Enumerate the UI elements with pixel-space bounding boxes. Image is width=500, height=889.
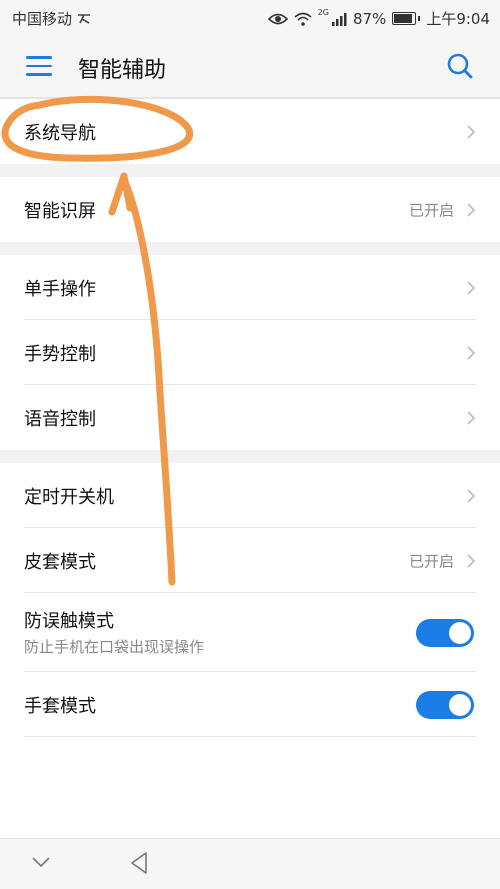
- battery-tip: [418, 16, 421, 21]
- toggle-knob: [449, 693, 471, 716]
- chevron-down-icon[interactable]: [30, 855, 52, 869]
- row-label: 手势控制: [24, 343, 96, 365]
- settings-group-screen: 智能识屏 已开启: [0, 177, 500, 242]
- battery-percent: 87%: [352, 9, 387, 28]
- row-one-handed-mode[interactable]: 单手操作: [0, 255, 500, 320]
- status-value: 已开启: [408, 552, 454, 570]
- row-smart-screen-recognition[interactable]: 智能识屏 已开启: [0, 177, 500, 242]
- eye-comfort-icon: [267, 13, 288, 24]
- row-voice-control[interactable]: 语音控制: [0, 385, 500, 450]
- row-scheduled-power[interactable]: 定时开关机: [0, 463, 500, 528]
- battery-icon: [392, 12, 417, 25]
- row-label: 智能识屏: [24, 200, 96, 222]
- screen: 中国移动 2G 87% 上午9:04 智能辅助 系统导航 智能识屏 已开启 单手…: [0, 0, 500, 889]
- row-label: 皮套模式: [24, 551, 96, 573]
- row-label: 防误触模式: [24, 611, 114, 632]
- chevron-right-icon: [467, 280, 476, 295]
- carrier-name: 中国移动: [12, 10, 73, 28]
- row-pocket-mode: 防误触模式 防止手机在口袋出现误操作: [0, 593, 500, 672]
- network-type-label: 2G: [317, 8, 329, 17]
- back-icon[interactable]: [128, 851, 150, 875]
- wifi-icon: [294, 12, 312, 26]
- row-label: 语音控制: [24, 408, 96, 430]
- chevron-right-icon: [467, 202, 476, 217]
- hamburger-menu-icon[interactable]: [26, 56, 52, 76]
- app-header: 智能辅助: [0, 36, 500, 98]
- glove-mode-toggle[interactable]: [416, 690, 474, 719]
- row-cover-mode[interactable]: 皮套模式 已开启: [0, 528, 500, 593]
- row-sublabel: 防止手机在口袋出现误操作: [24, 638, 205, 656]
- toggle-knob: [449, 621, 471, 644]
- navigation-bar: [0, 838, 500, 889]
- chevron-right-icon: [467, 553, 476, 568]
- settings-group-control: 单手操作 手势控制 语音控制: [0, 255, 500, 450]
- section-gap: [0, 242, 500, 255]
- row-label: 系统导航: [24, 122, 96, 144]
- row-glove-mode: 手套模式: [0, 672, 500, 737]
- signal-icon: [331, 12, 347, 26]
- section-gap: [0, 164, 500, 177]
- chevron-right-icon: [467, 345, 476, 360]
- row-divider: [24, 736, 476, 737]
- row-label: 单手操作: [24, 278, 96, 300]
- hd-voice-icon: [78, 13, 91, 24]
- settings-group-modes: 定时开关机 皮套模式 已开启 防误触模式 防止手机在口袋出现误操作 手套模式: [0, 463, 500, 737]
- chevron-right-icon: [467, 488, 476, 503]
- pocket-mode-toggle[interactable]: [416, 618, 474, 647]
- row-gesture-control[interactable]: 手势控制: [0, 320, 500, 385]
- status-value: 已开启: [408, 201, 454, 219]
- row-label: 手套模式: [24, 695, 96, 717]
- status-bar: 中国移动 2G 87% 上午9:04: [0, 0, 500, 36]
- row-label: 定时开关机: [24, 486, 114, 508]
- settings-list: 系统导航 智能识屏 已开启 单手操作 手势控制 语音控制 定时开关机 皮套模式 …: [0, 99, 500, 737]
- battery-level: [394, 14, 412, 23]
- section-gap: [0, 450, 500, 463]
- settings-group-navigation: 系统导航: [0, 99, 500, 164]
- status-right: 2G 87% 上午9:04: [267, 8, 490, 29]
- row-system-navigation[interactable]: 系统导航: [0, 99, 500, 164]
- chevron-right-icon: [467, 124, 476, 139]
- search-icon[interactable]: [446, 52, 474, 80]
- page-title: 智能辅助: [78, 58, 167, 83]
- status-left: 中国移动: [12, 8, 92, 29]
- clock: 上午9:04: [426, 10, 490, 28]
- chevron-right-icon: [467, 410, 476, 425]
